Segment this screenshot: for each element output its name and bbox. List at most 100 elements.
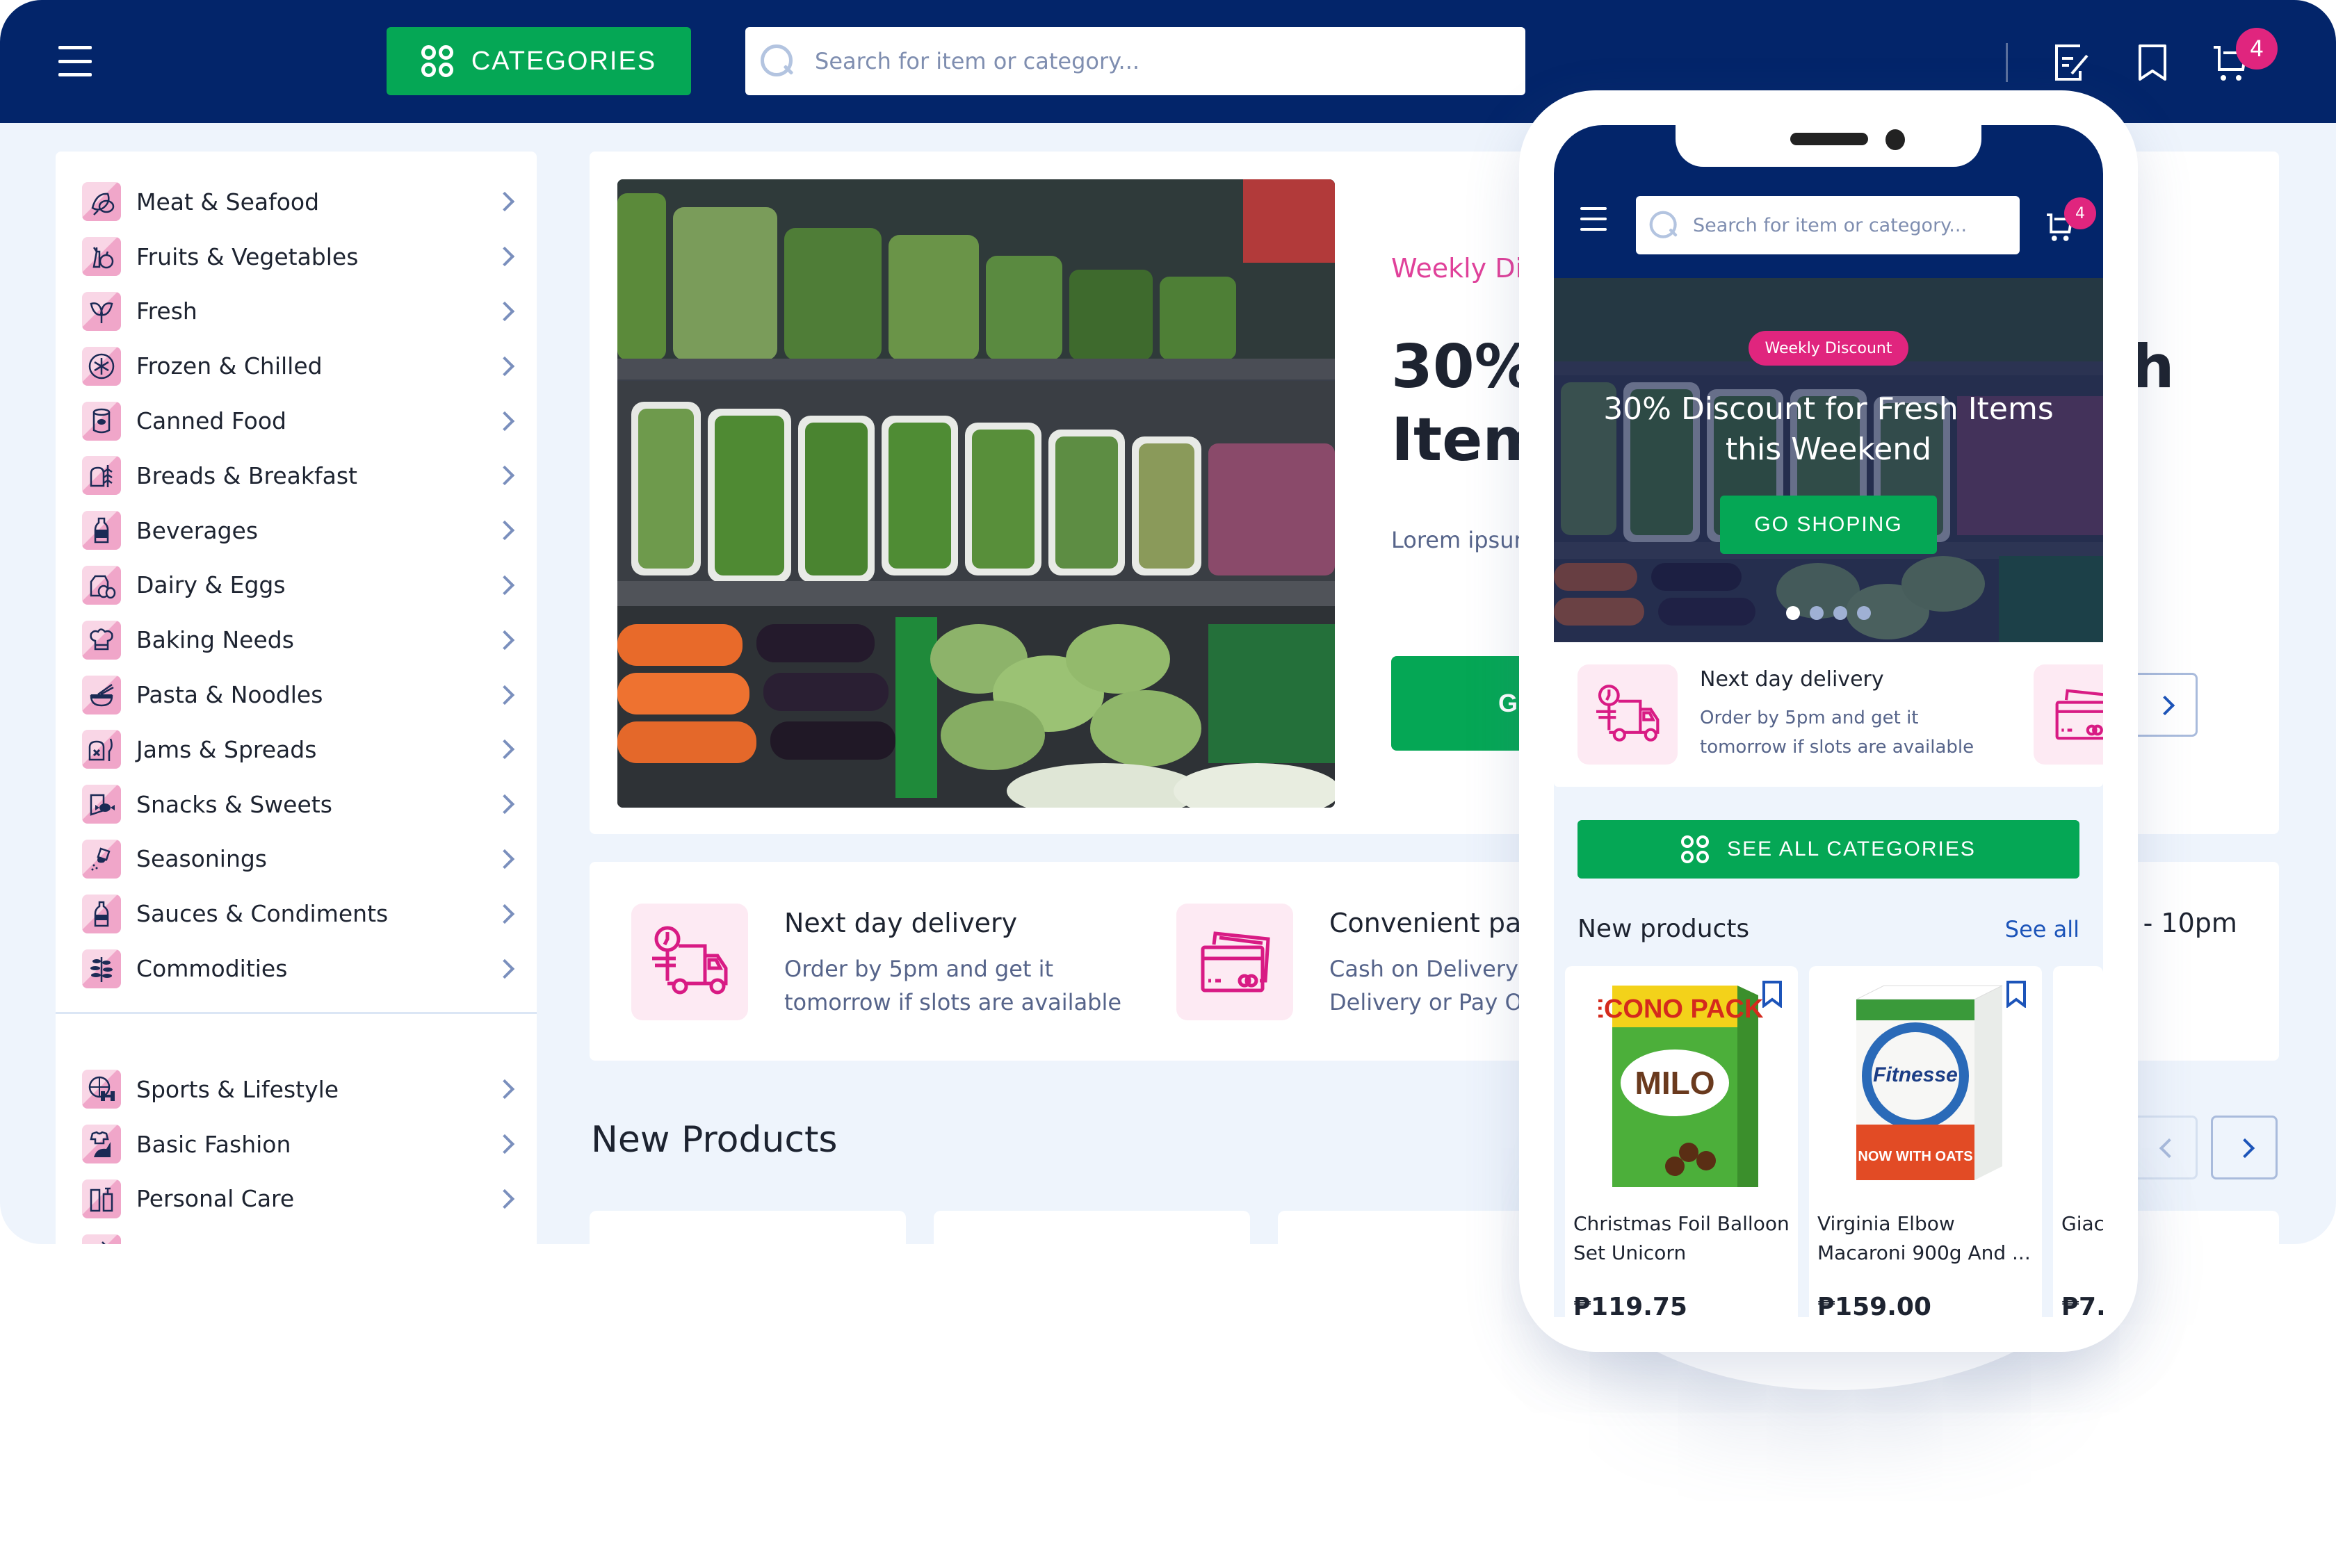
chevron-right-icon bbox=[494, 301, 515, 322]
category-list-nonfood: Sports & Lifestyle Basic Fashion Personal … bbox=[56, 1062, 537, 1244]
sidebar-item-label: Frozen & Chilled bbox=[136, 352, 323, 380]
carousel-dot[interactable] bbox=[1786, 606, 1800, 620]
product-card[interactable] bbox=[934, 1211, 1250, 1244]
category-sidebar: Meat & Seafood Fruits & Vegetables Fresh Fr… bbox=[56, 152, 537, 1244]
sidebar-item-sports-lifestyle[interactable]: Sports & Lifestyle bbox=[56, 1062, 537, 1117]
mobile-search-bar[interactable] bbox=[1636, 196, 2020, 254]
chevron-left-icon bbox=[2159, 1138, 2180, 1159]
chevron-right-icon bbox=[494, 356, 515, 376]
weekly-discount-pill: Weekly Discount bbox=[1749, 331, 1908, 366]
sidebar-item-basic-fashion[interactable]: Basic Fashion bbox=[56, 1117, 537, 1172]
product-price: ₱159.00 bbox=[1817, 1293, 1931, 1317]
carrot-apple-icon bbox=[82, 237, 121, 277]
products-prev-button[interactable] bbox=[2131, 1116, 2198, 1179]
sidebar-item-label: Breads & Breakfast bbox=[136, 462, 357, 489]
chevron-right-icon bbox=[494, 740, 515, 760]
sidebar-item-sauces-condiments[interactable]: Sauces & Condiments bbox=[56, 886, 537, 941]
categories-button[interactable]: CATEGORIES bbox=[387, 27, 691, 95]
bookmark-icon[interactable] bbox=[1762, 980, 1783, 1008]
chevron-right-icon bbox=[2155, 695, 2175, 716]
speaker bbox=[1790, 133, 1868, 145]
search-input[interactable] bbox=[815, 48, 1482, 74]
product-card[interactable]: Fitnesse NOW WITH OATS Virginia Elbow Ma… bbox=[1809, 966, 2042, 1317]
sidebar-item-seasonings[interactable]: Seasonings bbox=[56, 832, 537, 887]
delivery-truck-icon bbox=[631, 904, 748, 1020]
sidebar-item-canned-food[interactable]: Canned Food bbox=[56, 393, 537, 448]
product-name: Virginia Elbow Macaroni 900g And ... bbox=[1817, 1212, 2031, 1264]
sidebar-item-baby-needs[interactable]: Baby Needs bbox=[56, 1226, 537, 1244]
mobile-new-products-heading: New products bbox=[1577, 915, 1750, 943]
sidebar-item-breads-breakfast[interactable]: Breads & Breakfast bbox=[56, 448, 537, 503]
product-card[interactable]: ECONO PACK MILO Christmas Foil Balloon S… bbox=[1565, 966, 1798, 1317]
feature-desc-line1: Order by 5pm and get it bbox=[784, 956, 1054, 982]
hero-title-line2: this Weekend bbox=[1725, 432, 1932, 467]
fish-meat-icon bbox=[82, 182, 121, 222]
sidebar-item-snacks-sweets[interactable]: Snacks & Sweets bbox=[56, 777, 537, 832]
ball-dumbbell-icon bbox=[82, 1070, 121, 1109]
product-card[interactable]: Giac Bre... ₱7... bbox=[2053, 966, 2103, 1317]
chevron-right-icon bbox=[494, 685, 515, 705]
lotion-icon bbox=[82, 1179, 121, 1218]
feature-desc-line1: Order by 5pm and get it bbox=[1700, 708, 1919, 728]
sidebar-item-label: Baking Needs bbox=[136, 626, 294, 654]
sidebar-item-pasta-noodles[interactable]: Pasta & Noodles bbox=[56, 667, 537, 722]
noodle-bowl-icon bbox=[82, 675, 121, 714]
see-all-categories-button[interactable]: SEE ALL CATEGORIES bbox=[1577, 820, 2079, 879]
mobile-search-input[interactable] bbox=[1693, 214, 2013, 236]
carousel-dot[interactable] bbox=[1810, 606, 1824, 620]
sidebar-item-meat-seafood[interactable]: Meat & Seafood bbox=[56, 174, 537, 229]
sidebar-item-label: Jams & Spreads bbox=[136, 735, 317, 763]
mobile-go-shopping-button[interactable]: GO SHOPING bbox=[1720, 496, 1937, 554]
baby-bottle-icon bbox=[82, 1234, 121, 1244]
bookmark-icon[interactable] bbox=[2132, 43, 2173, 82]
herb-icon bbox=[82, 949, 121, 988]
category-list-food: Meat & Seafood Fruits & Vegetables Fresh Fr… bbox=[56, 174, 537, 996]
feature-next-day-delivery: Next day delivery Order by 5pm and get i… bbox=[631, 904, 1121, 1020]
credit-card-icon bbox=[2034, 664, 2103, 765]
sidebar-item-baking-needs[interactable]: Baking Needs bbox=[56, 612, 537, 667]
sidebar-item-commodities[interactable]: Commodities bbox=[56, 941, 537, 996]
chef-hat-icon bbox=[82, 620, 121, 660]
mobile-menu-icon[interactable] bbox=[1580, 207, 1607, 231]
bookmark-icon[interactable] bbox=[2006, 980, 2027, 1008]
sidebar-item-label: Dairy & Eggs bbox=[136, 571, 286, 599]
product-name: Giac Bre... bbox=[2061, 1212, 2103, 1235]
shirt-heel-icon bbox=[82, 1125, 121, 1164]
products-next-button[interactable] bbox=[2211, 1116, 2278, 1179]
sidebar-item-beverages[interactable]: Beverages bbox=[56, 503, 537, 558]
mobile-phone-mockup: 4 bbox=[1519, 90, 2138, 1352]
hero-image-produce-shelves bbox=[617, 179, 1335, 808]
bread-wheat-icon bbox=[82, 456, 121, 496]
can-icon bbox=[82, 401, 121, 441]
sidebar-item-personal-care[interactable]: Personal Care bbox=[56, 1172, 537, 1227]
sidebar-item-dairy-eggs[interactable]: Dairy & Eggs bbox=[56, 558, 537, 613]
features-next-button[interactable] bbox=[2131, 673, 2198, 737]
see-all-link[interactable]: See all bbox=[2005, 916, 2079, 942]
feature-desc-line2: tomorrow if slots are available bbox=[784, 989, 1122, 1015]
sidebar-item-fresh[interactable]: Fresh bbox=[56, 284, 537, 339]
product-card[interactable] bbox=[590, 1211, 906, 1244]
camera bbox=[1885, 129, 1905, 150]
chevron-right-icon bbox=[494, 630, 515, 650]
search-bar[interactable] bbox=[745, 27, 1525, 95]
mobile-feature-title: Next day delivery bbox=[1700, 667, 1884, 692]
categories-label: CATEGORIES bbox=[471, 46, 657, 76]
mobile-hero-title: 30% Discount for Fresh Items this Weekend bbox=[1554, 389, 2103, 470]
chevron-right-icon bbox=[494, 411, 515, 431]
chevron-right-icon bbox=[494, 849, 515, 869]
shopping-list-icon[interactable] bbox=[2052, 43, 2094, 82]
header-divider bbox=[2006, 43, 2008, 82]
carousel-dot[interactable] bbox=[1833, 606, 1847, 620]
sidebar-item-jams-spreads[interactable]: Jams & Spreads bbox=[56, 722, 537, 777]
menu-icon[interactable] bbox=[58, 46, 92, 76]
sidebar-item-label: Meat & Seafood bbox=[136, 188, 320, 215]
carousel-dot[interactable] bbox=[1857, 606, 1871, 620]
mobile-feature-card: Next day delivery Order by 5pm and get i… bbox=[1554, 642, 2103, 787]
mobile-screen: 4 bbox=[1554, 125, 2103, 1317]
svg-text:ECONO PACK: ECONO PACK bbox=[1598, 995, 1764, 1024]
product-price: ₱119.75 bbox=[1573, 1293, 1687, 1317]
credit-card-icon bbox=[1176, 904, 1293, 1020]
sidebar-item-fruits-vegetables[interactable]: Fruits & Vegetables bbox=[56, 229, 537, 284]
sidebar-item-frozen-chilled[interactable]: Frozen & Chilled bbox=[56, 338, 537, 393]
feature-desc: Order by 5pm and get it tomorrow if slots… bbox=[784, 952, 1121, 1019]
